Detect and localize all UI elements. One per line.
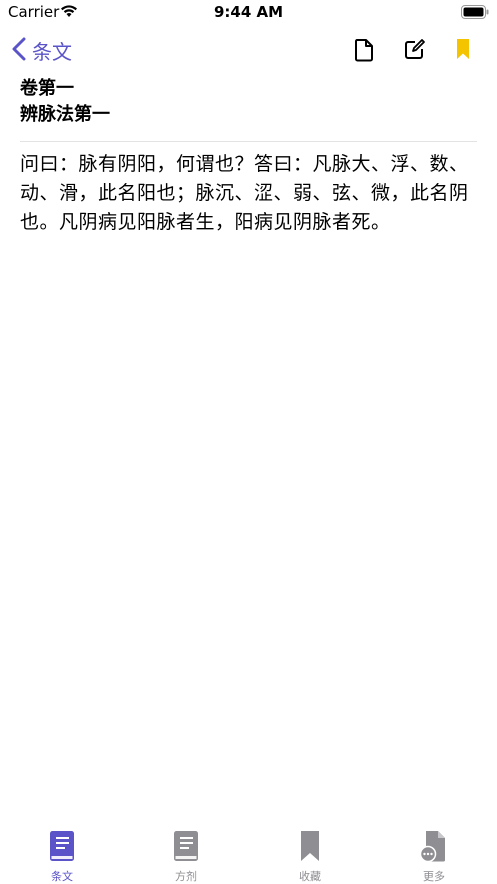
bookmark-icon[interactable]: [456, 38, 470, 64]
tab-fangji[interactable]: 方剂: [126, 830, 246, 884]
back-label: 条文: [32, 40, 72, 64]
tab-tiaowen[interactable]: 条文: [2, 830, 122, 884]
tab-shoucang[interactable]: 收藏: [250, 830, 370, 884]
document-icon[interactable]: [354, 38, 374, 66]
book-icon: [49, 831, 75, 866]
status-bar: Carrier 9:44 AM: [0, 0, 497, 26]
tab-label: 收藏: [299, 870, 321, 883]
tab-bar: 条文 方剂 收藏 更多: [0, 822, 497, 883]
clock: 9:44 AM: [213, 3, 284, 21]
chapter-title: 辨脉法第一: [20, 104, 110, 125]
article-paragraph: 问曰：脉有阴阳，何谓也？答曰：凡脉大、浮、数、动、滑，此名阳也；脉沉、涩、弱、弦…: [20, 153, 469, 233]
back-button[interactable]: 条文: [12, 36, 72, 65]
divider: [20, 141, 477, 142]
document-more-icon: [419, 831, 449, 866]
volume-title: 卷第一: [20, 78, 74, 99]
book-icon: [173, 831, 199, 866]
navigation-bar: 条文: [0, 30, 497, 74]
tab-gengduo[interactable]: 更多: [374, 830, 494, 884]
article-content: 卷第一 辨脉法第一 问曰：脉有阴阳，何谓也？答曰：凡脉大、浮、数、动、滑，此名阳…: [20, 76, 477, 237]
tab-label: 方剂: [175, 870, 197, 883]
tab-label: 条文: [51, 870, 73, 883]
edit-icon[interactable]: [404, 38, 426, 64]
chevron-left-icon: [12, 37, 26, 65]
bookmark-icon: [300, 831, 320, 866]
battery-icon: [461, 4, 489, 23]
tab-label: 更多: [423, 870, 445, 883]
